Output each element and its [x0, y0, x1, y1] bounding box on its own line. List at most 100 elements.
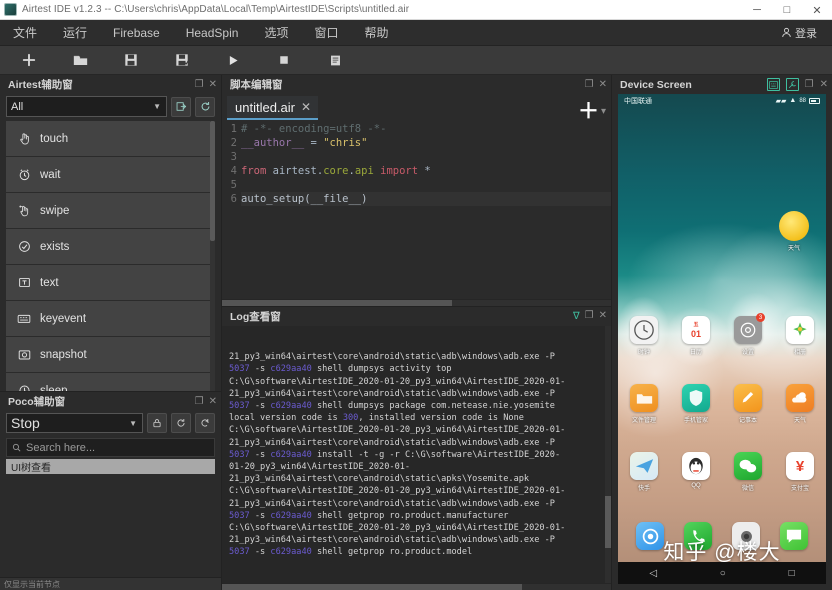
- minimize-button[interactable]: ─: [742, 0, 772, 20]
- tab-close-icon[interactable]: ✕: [301, 100, 311, 114]
- app-clock[interactable]: 时钟: [618, 316, 670, 356]
- new-script-button[interactable]: [12, 48, 46, 72]
- app-security[interactable]: 手机管家: [670, 384, 722, 424]
- log-vertical-scrollbar[interactable]: [605, 325, 611, 583]
- command-sleep[interactable]: sleep: [6, 373, 215, 391]
- app-wechat[interactable]: 微信: [722, 452, 774, 492]
- float-icon[interactable]: ❐: [195, 396, 204, 407]
- app-alipay[interactable]: ¥ 支付宝: [774, 452, 826, 492]
- float-icon[interactable]: ❐: [195, 79, 204, 90]
- app-label: 微信: [741, 486, 754, 492]
- command-swipe[interactable]: swipe: [6, 193, 215, 228]
- log-filter-icon[interactable]: ∇: [573, 311, 580, 322]
- close-button[interactable]: ✕: [802, 0, 832, 20]
- float-icon[interactable]: ❐: [585, 311, 594, 321]
- airtest-command-list[interactable]: touch wait swipe exists text keyevent sn…: [6, 121, 215, 391]
- menu-firebase[interactable]: Firebase: [100, 22, 173, 44]
- menu-help[interactable]: 帮助: [351, 20, 401, 45]
- device-screen-mirror[interactable]: 中国联通 ▰▰ ▲ 88 天气 时钟 五 01 日历 3 设置 相册 文件管理 …: [618, 94, 826, 584]
- code-editor[interactable]: 1 2 3 4 5 6 # -*- encoding=utf8 -*- __aut…: [222, 120, 611, 299]
- close-icon[interactable]: ✕: [599, 311, 607, 321]
- poco-search-input[interactable]: Search here...: [6, 438, 215, 457]
- lock-button[interactable]: [147, 413, 167, 433]
- insert-code-button[interactable]: [171, 96, 191, 117]
- text-input-icon: [17, 276, 31, 290]
- float-icon[interactable]: ❐: [805, 79, 814, 90]
- menu-options[interactable]: 选项: [251, 20, 301, 45]
- nav-home-icon[interactable]: ○: [720, 568, 726, 579]
- stop-button[interactable]: [267, 48, 301, 72]
- command-list-scrollbar[interactable]: [210, 121, 215, 391]
- poco-ui-tree[interactable]: UI树查看: [6, 459, 215, 474]
- app-weather[interactable]: 天气: [774, 384, 826, 424]
- log-line: 21_py3_win64\airtest\core\android\static…: [229, 498, 555, 509]
- login-button[interactable]: 登录: [774, 23, 824, 43]
- dock-phone[interactable]: [684, 522, 712, 550]
- app-notes[interactable]: 记事本: [722, 384, 774, 424]
- window-title: Airtest IDE v1.2.3 -- C:\Users\chris\App…: [22, 4, 410, 15]
- app-settings[interactable]: 3 设置: [722, 313, 774, 356]
- command-keyevent[interactable]: keyevent: [6, 301, 215, 336]
- menu-run[interactable]: 运行: [50, 20, 100, 45]
- report-button[interactable]: [318, 48, 352, 72]
- menu-headspin[interactable]: HeadSpin: [173, 22, 252, 44]
- tree-root-node[interactable]: UI树查看: [6, 459, 215, 474]
- app-qq[interactable]: QQ: [670, 452, 722, 492]
- log-viewer-panel: Log查看窗 ∇ ❐ ✕ 21_py3_win64\airtest\core\a…: [222, 305, 611, 590]
- dock-camera[interactable]: [732, 522, 760, 550]
- command-wait[interactable]: wait: [6, 157, 215, 192]
- settings-badge: 3: [756, 313, 765, 322]
- editor-panel-header: 脚本编辑窗 ❐ ✕: [222, 75, 611, 94]
- app-kuaishou[interactable]: 快手: [618, 452, 670, 492]
- command-exists[interactable]: exists: [6, 229, 215, 264]
- airtest-panel-header: Airtest辅助窗 ❐ ✕: [0, 75, 221, 94]
- command-label: sleep: [40, 384, 68, 392]
- weather-widget[interactable]: 天气: [778, 211, 810, 252]
- add-tab-button[interactable]: ＋: [578, 101, 599, 122]
- run-button[interactable]: [216, 48, 250, 72]
- command-label: keyevent: [40, 312, 87, 325]
- camera-dock-icon: [732, 522, 760, 550]
- open-script-button[interactable]: [63, 48, 97, 72]
- poco-mode-select[interactable]: Stop ▼: [6, 413, 143, 433]
- app-files[interactable]: 文件管理: [618, 384, 670, 424]
- hand-touch-icon: [17, 132, 31, 146]
- nav-back-icon[interactable]: ◁: [649, 568, 657, 579]
- nav-recent-icon[interactable]: □: [789, 568, 795, 579]
- close-icon[interactable]: ✕: [820, 79, 828, 90]
- menu-window[interactable]: 窗口: [301, 20, 351, 45]
- tab-untitled-air[interactable]: untitled.air ✕: [227, 96, 319, 120]
- poco-mode-row: Stop ▼: [0, 411, 221, 436]
- code-line: from airtest.core.api import *: [241, 165, 431, 177]
- save-as-button[interactable]: [165, 48, 199, 72]
- files-app-icon: [630, 384, 658, 412]
- float-icon[interactable]: ❐: [585, 79, 594, 90]
- poco-panel-header: Poco辅助窗 ❐ ✕: [0, 392, 221, 411]
- device-settings-button[interactable]: [785, 78, 799, 91]
- command-snapshot[interactable]: snapshot: [6, 337, 215, 372]
- app-calendar[interactable]: 五 01 日历: [670, 316, 722, 356]
- close-icon[interactable]: ✕: [209, 79, 217, 90]
- refresh-button[interactable]: [195, 96, 215, 117]
- code-area[interactable]: # -*- encoding=utf8 -*- __author__ = "chr…: [241, 120, 611, 299]
- dock-browser[interactable]: [636, 522, 664, 550]
- maximize-button[interactable]: □: [772, 0, 802, 20]
- poco-export-button[interactable]: [195, 413, 215, 433]
- airtest-filter-select[interactable]: All ▼: [6, 96, 167, 117]
- device-keyboard-button[interactable]: [766, 78, 780, 91]
- command-touch[interactable]: touch: [6, 121, 215, 156]
- tab-menu-button[interactable]: ▾: [601, 107, 606, 117]
- poco-refresh-button[interactable]: [171, 413, 191, 433]
- app-gallery[interactable]: 相册: [774, 316, 826, 356]
- line-number: 2: [230, 137, 237, 149]
- editor-horizontal-scrollbar[interactable]: [222, 298, 611, 307]
- close-icon[interactable]: ✕: [209, 396, 217, 407]
- log-output[interactable]: 21_py3_win64\airtest\core\android\static…: [222, 325, 611, 583]
- save-button[interactable]: [114, 48, 148, 72]
- airtest-panel-title: Airtest辅助窗: [8, 79, 73, 91]
- dock-messages[interactable]: [780, 522, 808, 550]
- close-icon[interactable]: ✕: [599, 79, 607, 90]
- menu-file[interactable]: 文件: [0, 20, 50, 45]
- log-horizontal-scrollbar[interactable]: [222, 583, 611, 590]
- command-text[interactable]: text: [6, 265, 215, 300]
